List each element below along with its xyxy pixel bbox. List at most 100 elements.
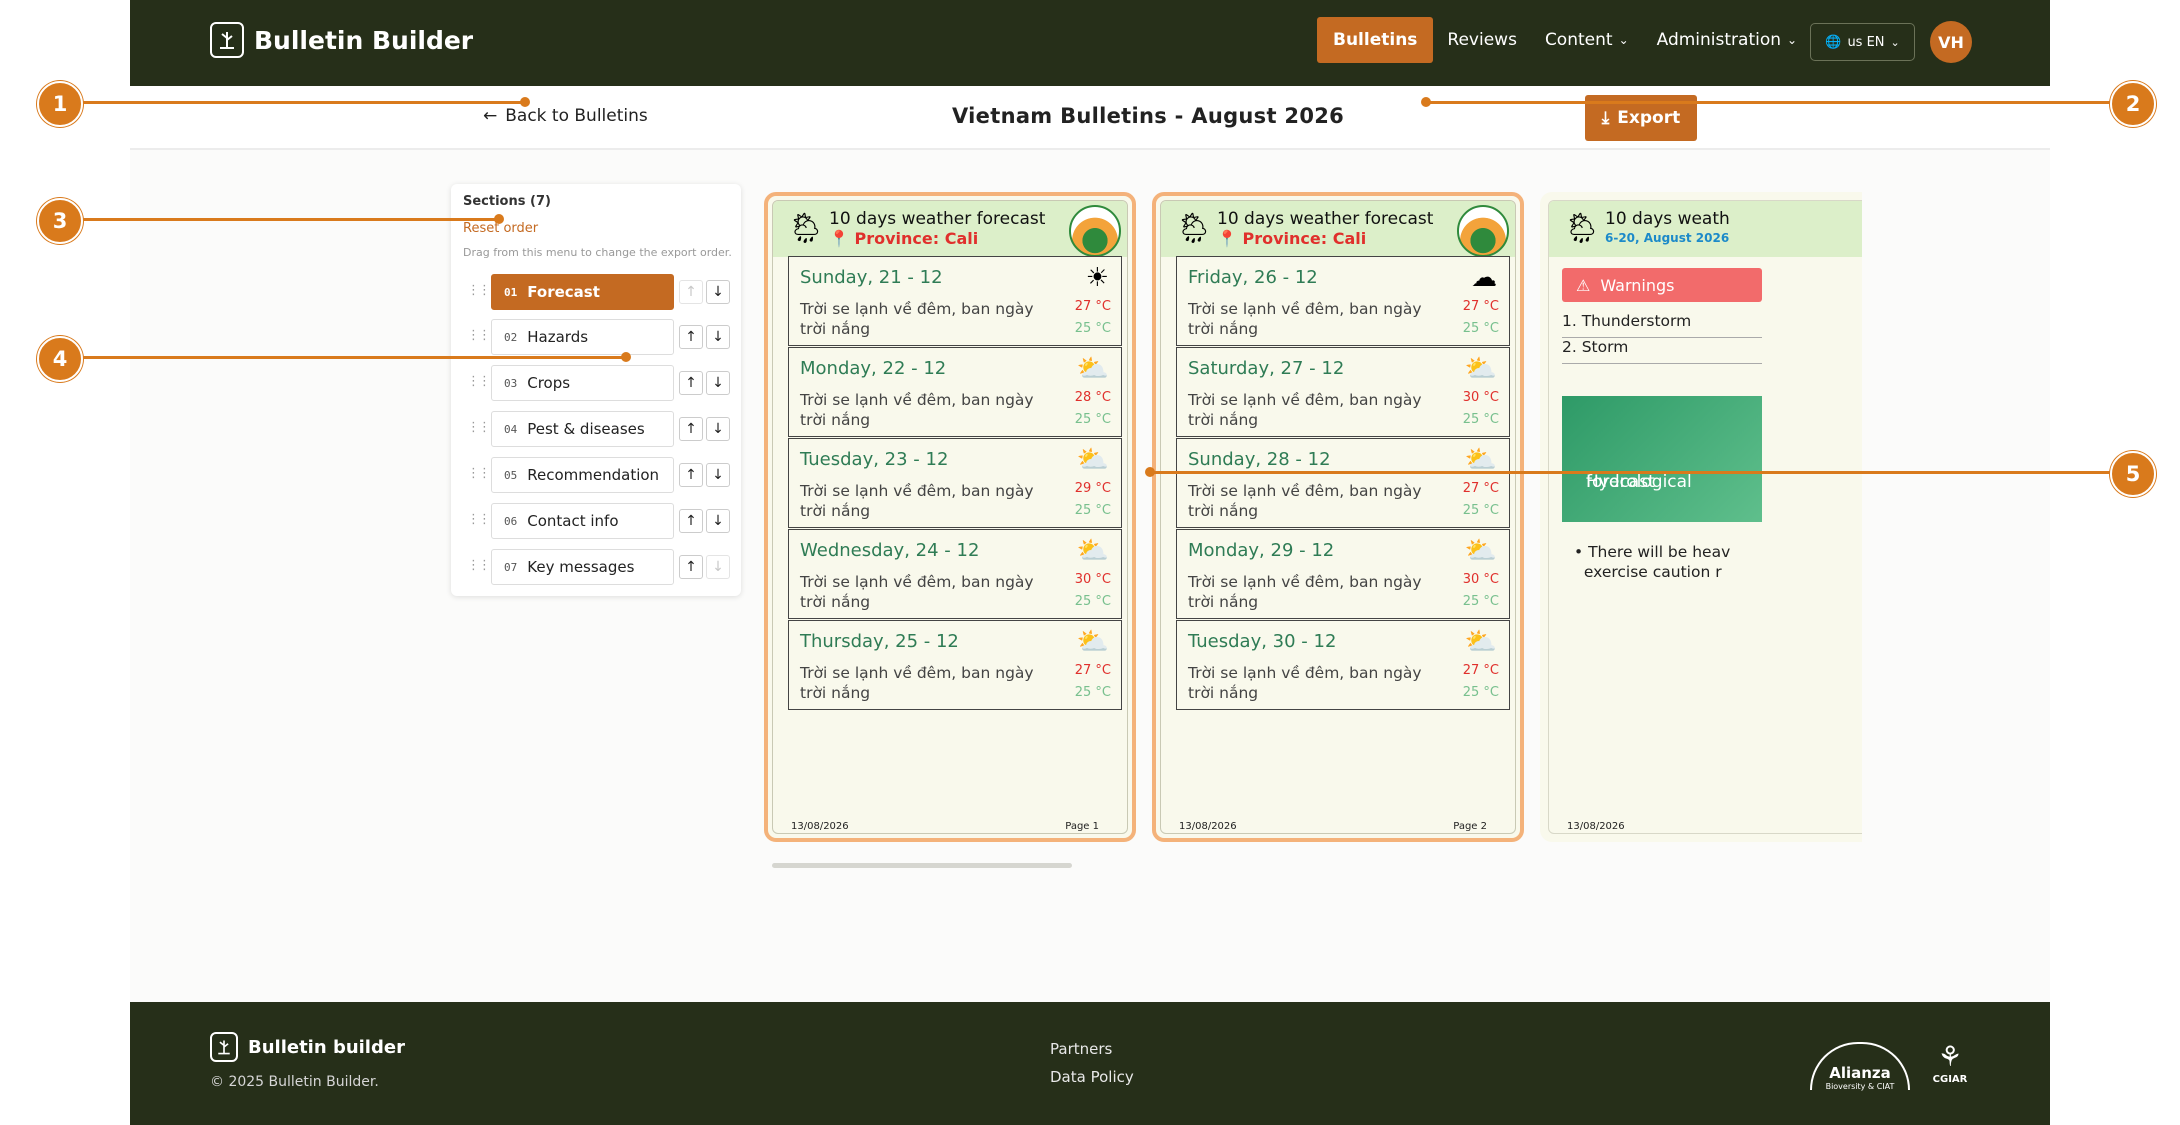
section-row-recommendation: ⋮⋮ 05 Recommendation ↑ ↓ xyxy=(461,457,731,493)
user-avatar[interactable]: VH xyxy=(1930,21,1972,63)
forecast-day: Saturday, 27 - 12 Trời se lạnh về đêm, b… xyxy=(1176,347,1510,437)
move-down-button[interactable]: ↓ xyxy=(706,325,730,349)
nav-administration[interactable]: Administration ⌄ xyxy=(1643,17,1811,63)
move-down-button[interactable]: ↓ xyxy=(706,417,730,441)
callout-dot-3 xyxy=(494,214,504,224)
section-label: Key messages xyxy=(527,558,635,576)
drag-handle-icon[interactable]: ⋮⋮ xyxy=(467,558,491,573)
section-crops[interactable]: 03 Crops xyxy=(491,365,674,401)
day-desc: Trời se lạnh về đêm, ban ngày trời nắng xyxy=(1188,482,1422,520)
drag-handle-icon[interactable]: ⋮⋮ xyxy=(467,466,491,481)
callout-line-5 xyxy=(1150,471,2125,474)
callout-line-2 xyxy=(1425,101,2125,104)
page-header: 🌦 10 days weather forecast 📍 Province: C… xyxy=(1161,201,1515,257)
footer-brand: Bulletin builder xyxy=(210,1032,405,1062)
province-label: 📍 Province: Cali xyxy=(829,229,979,248)
move-down-button[interactable]: ↓ xyxy=(706,463,730,487)
hydro-label-line-2: forecast xyxy=(1586,472,1655,492)
page-number: Page 1 xyxy=(1065,821,1099,832)
section-num: 04 xyxy=(504,422,518,436)
move-up-button[interactable]: ↑ xyxy=(679,417,703,441)
move-down-button[interactable]: ↓ xyxy=(706,555,730,579)
move-up-button[interactable]: ↑ xyxy=(679,325,703,349)
section-contact-info[interactable]: 06 Contact info xyxy=(491,503,674,539)
nav-bulletins[interactable]: Bulletins xyxy=(1317,17,1434,63)
brand[interactable]: Bulletin Builder xyxy=(210,22,473,58)
preview-scrollbar[interactable] xyxy=(762,860,1862,870)
partly-cloudy-icon: ⛅ xyxy=(1076,354,1109,384)
bulletin-page-2[interactable]: 🌦 10 days weather forecast 📍 Province: C… xyxy=(1152,192,1524,842)
section-recommendation[interactable]: 05 Recommendation xyxy=(491,457,674,493)
temp-max: 27 °C xyxy=(1462,481,1499,496)
chevron-down-icon: ⌄ xyxy=(1618,33,1629,47)
partly-cloudy-icon: ⛅ xyxy=(1464,536,1497,566)
warning-icon: ⚠ xyxy=(1576,275,1591,295)
drag-handle-icon[interactable]: ⋮⋮ xyxy=(467,374,491,389)
nav-administration-label: Administration xyxy=(1656,30,1782,50)
move-down-button[interactable]: ↓ xyxy=(706,371,730,395)
sections-panel: Sections (7) Reset order Drag from this … xyxy=(451,184,741,596)
move-up-button[interactable]: ↑ xyxy=(679,509,703,533)
temp-min: 25 °C xyxy=(1074,412,1111,427)
language-selector[interactable]: 🌐 us EN ⌄ xyxy=(1810,23,1915,61)
temp-max: 30 °C xyxy=(1074,572,1111,587)
day-desc: Trời se lạnh về đêm, ban ngày trời nắng xyxy=(800,482,1034,520)
section-hazards[interactable]: 02 Hazards xyxy=(491,319,674,355)
bulletin-preview[interactable]: 🌦 10 days weather forecast 📍 Province: C… xyxy=(762,184,1862,874)
drag-handle-icon[interactable]: ⋮⋮ xyxy=(467,328,491,343)
day-name: Sunday, 21 - 12 xyxy=(800,267,943,288)
move-up-button[interactable]: ↑ xyxy=(679,371,703,395)
partly-cloudy-icon: ⛅ xyxy=(1076,445,1109,475)
page-date: 13/08/2026 xyxy=(1567,821,1625,832)
nav-content[interactable]: Content ⌄ xyxy=(1531,17,1643,63)
move-up-button[interactable]: ↑ xyxy=(679,463,703,487)
footer-link-partners[interactable]: Partners xyxy=(1050,1040,1112,1058)
bulletin-logo-icon xyxy=(210,1032,238,1062)
section-key-messages[interactable]: 07 Key messages xyxy=(491,549,674,585)
alianza-name: Alianza xyxy=(1829,1064,1891,1082)
bulletin-page-3[interactable]: 🌦 10 days weath 6-20, August 2026 ⚠ Warn… xyxy=(1540,192,1862,842)
section-row-key-messages: ⋮⋮ 07 Key messages ↑ ↓ xyxy=(461,549,731,585)
scroll-thumb[interactable] xyxy=(772,863,1072,868)
temp-max: 27 °C xyxy=(1462,299,1499,314)
nav-reviews-label: Reviews xyxy=(1447,30,1517,50)
move-down-button[interactable]: ↓ xyxy=(706,280,730,304)
page-header-title: 10 days weather forecast xyxy=(1217,209,1434,229)
move-up-button[interactable]: ↑ xyxy=(679,555,703,579)
bulletin-seal-logo xyxy=(1069,205,1121,257)
section-pest-diseases[interactable]: 04 Pest & diseases xyxy=(491,411,674,447)
nav-reviews[interactable]: Reviews xyxy=(1433,17,1531,63)
callout-dot-2 xyxy=(1421,97,1431,107)
move-up-button[interactable]: ↑ xyxy=(679,280,703,304)
forecast-day: Tuesday, 30 - 12 Trời se lạnh về đêm, ba… xyxy=(1176,620,1510,710)
drag-handle-icon[interactable]: ⋮⋮ xyxy=(467,283,491,298)
move-down-button[interactable]: ↓ xyxy=(706,509,730,533)
temp-max: 28 °C xyxy=(1074,390,1111,405)
section-num: 05 xyxy=(504,468,518,482)
footer-link-data-policy[interactable]: Data Policy xyxy=(1050,1068,1134,1086)
section-row-forecast: ⋮⋮ 01 Forecast ↑ ↓ xyxy=(461,274,731,310)
temp-max: 27 °C xyxy=(1074,663,1111,678)
section-num: 01 xyxy=(504,285,518,299)
drag-handle-icon[interactable]: ⋮⋮ xyxy=(467,420,491,435)
footer-brand-name: Bulletin builder xyxy=(248,1036,405,1058)
back-to-bulletins-link[interactable]: ← Back to Bulletins xyxy=(483,106,648,126)
warnings-banner: ⚠ Warnings xyxy=(1562,268,1762,302)
warning-item: 2. Storm xyxy=(1562,338,1762,364)
language-label: us EN xyxy=(1847,34,1885,50)
hydro-bullet: • There will be heav exercise caution r xyxy=(1574,543,1731,581)
day-desc: Trời se lạnh về đêm, ban ngày trời nắng xyxy=(800,664,1034,702)
page-header: 🌦 10 days weather forecast 📍 Province: C… xyxy=(773,201,1127,257)
bulletin-page-1[interactable]: 🌦 10 days weather forecast 📍 Province: C… xyxy=(764,192,1136,842)
page-header-title: 10 days weath xyxy=(1605,209,1730,229)
partly-cloudy-icon: ⛅ xyxy=(1076,536,1109,566)
callout-1-label: 1 xyxy=(52,92,68,116)
temp-min: 25 °C xyxy=(1462,412,1499,427)
drag-handle-icon[interactable]: ⋮⋮ xyxy=(467,512,491,527)
day-name: Tuesday, 23 - 12 xyxy=(800,449,949,470)
page-number: Page 2 xyxy=(1453,821,1487,832)
temp-min: 25 °C xyxy=(1074,685,1111,700)
nav-content-label: Content xyxy=(1544,30,1613,50)
temp-max: 27 °C xyxy=(1462,663,1499,678)
section-forecast[interactable]: 01 Forecast xyxy=(491,274,674,310)
